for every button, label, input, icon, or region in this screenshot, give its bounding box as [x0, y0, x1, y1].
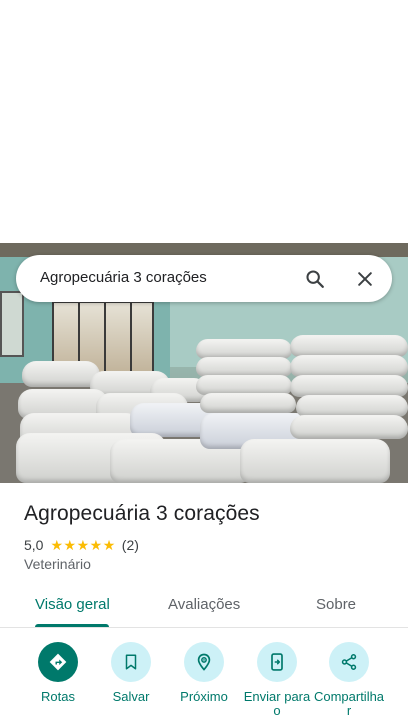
- directions-label: Rotas: [41, 689, 75, 704]
- place-category[interactable]: Veterinário: [24, 556, 91, 572]
- star-icon: ★: [89, 537, 103, 553]
- active-tab-indicator: [35, 624, 109, 627]
- send-to-phone-button[interactable]: Enviar para o: [237, 642, 317, 718]
- nearby-button[interactable]: Próximo: [164, 642, 244, 704]
- tab-about[interactable]: Sobre: [316, 596, 356, 613]
- save-button[interactable]: Salvar: [91, 642, 171, 704]
- star-rating: ★ ★ ★ ★ ★: [50, 538, 115, 552]
- share-icon[interactable]: [329, 642, 369, 682]
- review-count[interactable]: (2): [122, 537, 139, 553]
- save-label: Salvar: [112, 689, 150, 704]
- tab-overview[interactable]: Visão geral: [35, 596, 110, 613]
- search-icon[interactable]: [302, 266, 328, 292]
- bookmark-icon[interactable]: [111, 642, 151, 682]
- send-to-phone-label: Enviar para o: [243, 689, 311, 718]
- tab-bar: Visão geral Avaliações Sobre: [0, 584, 408, 628]
- star-icon: ★: [50, 537, 64, 553]
- search-bar[interactable]: Agropecuária 3 corações: [16, 255, 392, 302]
- action-bar: Rotas Salvar Próximo Enviar para o Compa…: [0, 640, 408, 726]
- map-area-blank: [0, 0, 408, 243]
- nearby-icon[interactable]: [184, 642, 224, 682]
- share-button[interactable]: Compartilhar: [309, 642, 389, 718]
- share-label: Compartilhar: [313, 689, 385, 718]
- star-icon: ★: [102, 537, 116, 553]
- tab-reviews[interactable]: Avaliações: [168, 596, 240, 613]
- star-icon: ★: [76, 537, 90, 553]
- nearby-label: Próximo: [180, 689, 228, 704]
- rating-row[interactable]: 5,0 ★ ★ ★ ★ ★ (2): [24, 536, 139, 554]
- directions-icon[interactable]: [38, 642, 78, 682]
- rating-value: 5,0: [24, 537, 44, 553]
- search-query-text[interactable]: Agropecuária 3 corações: [40, 269, 207, 286]
- send-to-phone-icon[interactable]: [257, 642, 297, 682]
- star-icon: ★: [63, 537, 77, 553]
- place-title: Agropecuária 3 corações: [24, 502, 260, 525]
- directions-button[interactable]: Rotas: [18, 642, 98, 704]
- close-icon[interactable]: [352, 266, 378, 292]
